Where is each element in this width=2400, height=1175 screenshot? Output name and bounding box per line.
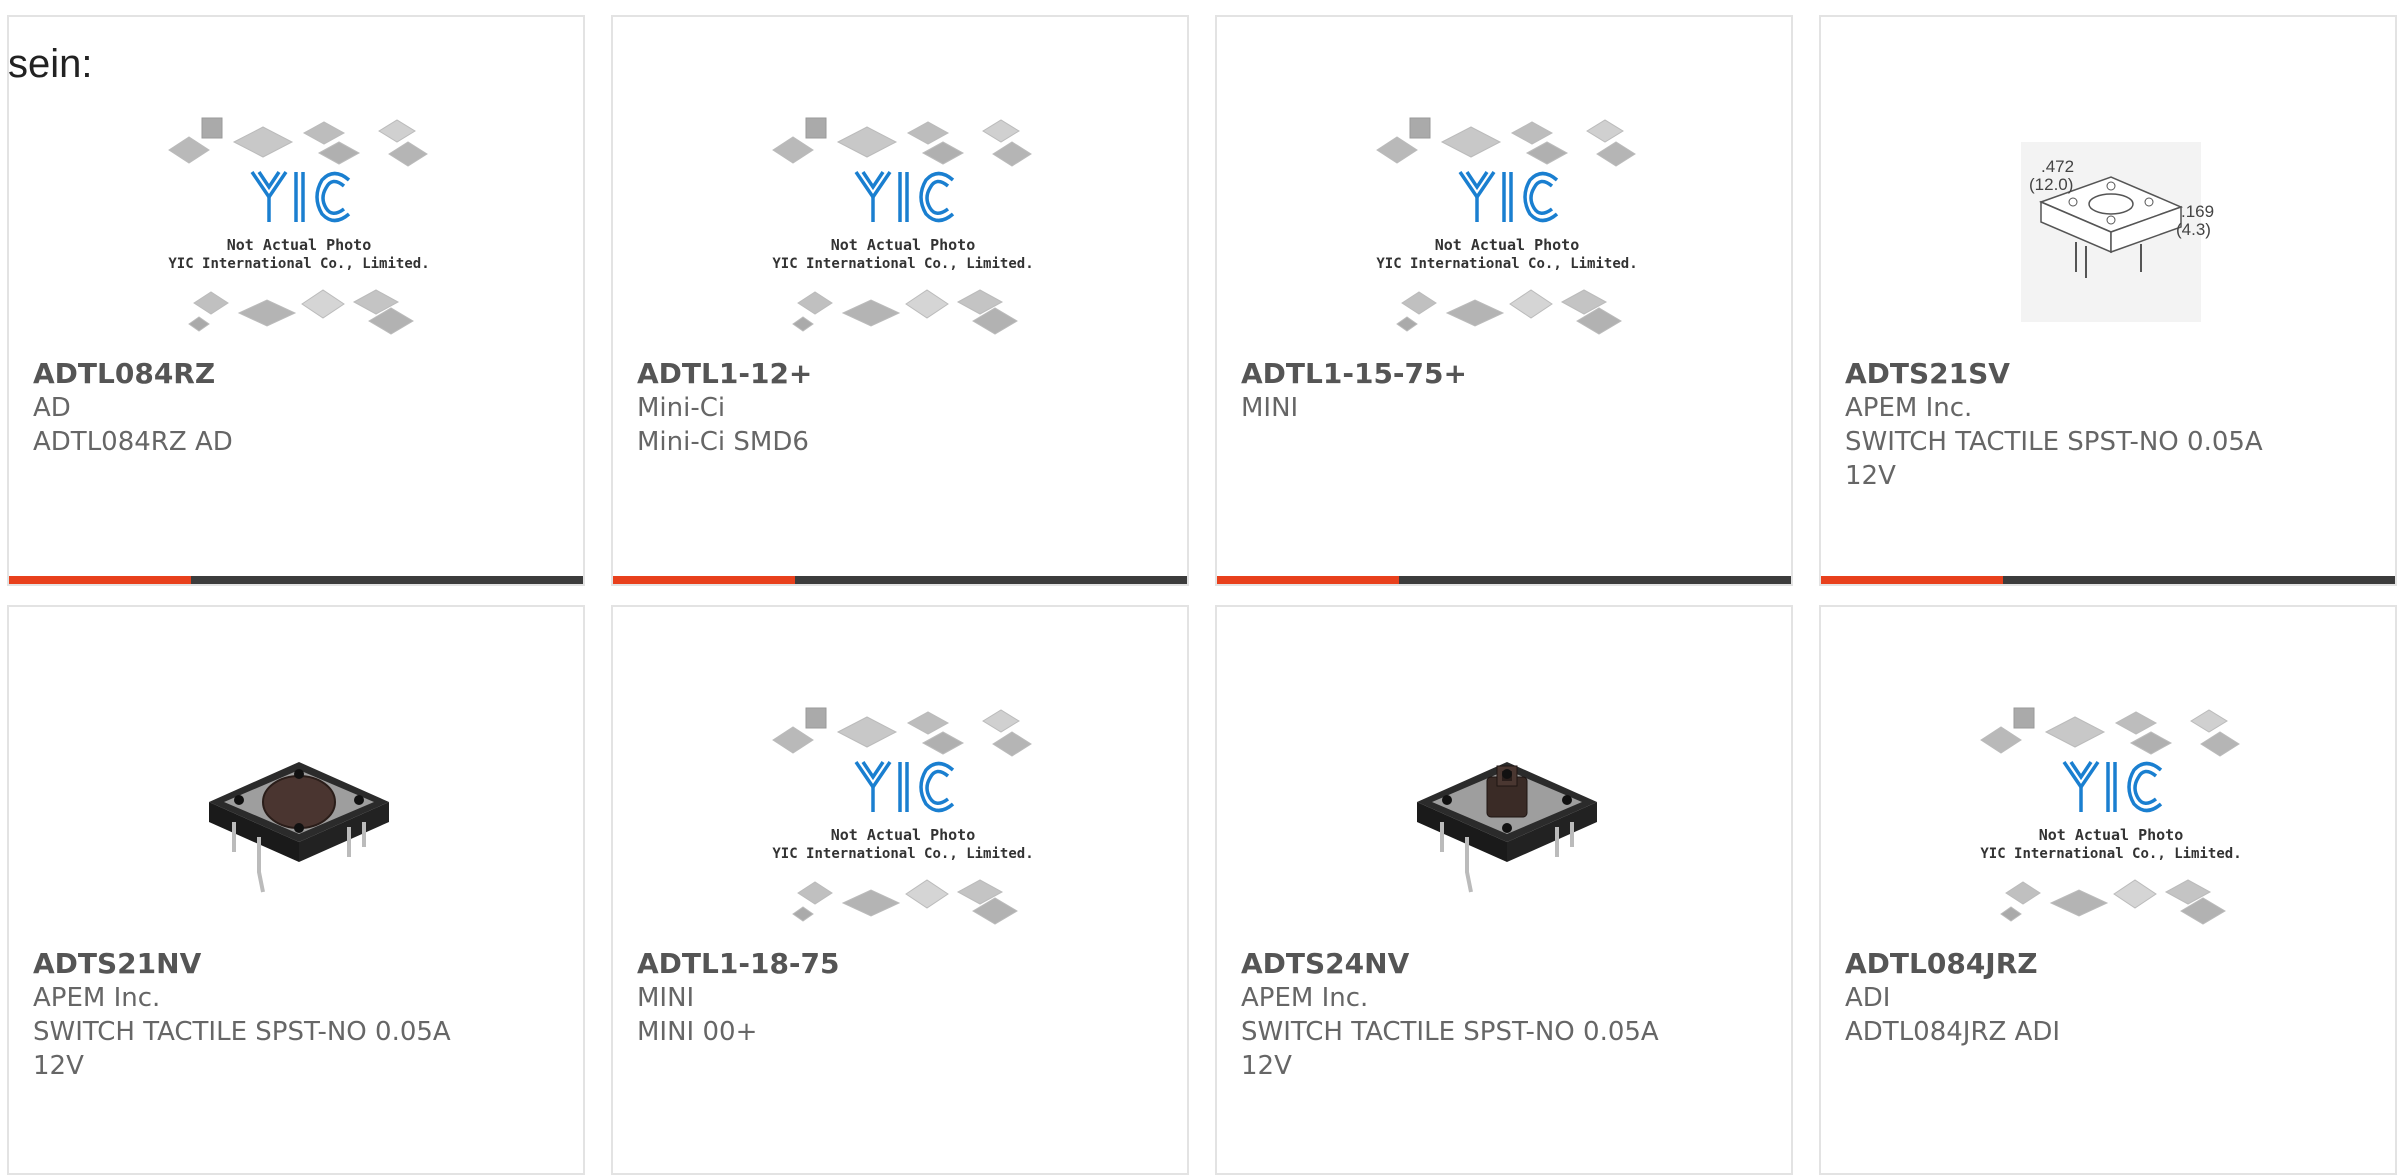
dimension-drawing-icon: .472 (12.0) .169 (4.3) [2021, 142, 2214, 322]
manufacturer: MINI [637, 983, 695, 1013]
card-bottom-bar [613, 576, 1187, 584]
description: SWITCH TACTILE SPST-NO 0.05A 12V [1845, 427, 2263, 491]
product-card[interactable]: Not Actual Photo YIC International Co., … [1819, 605, 2397, 1175]
placeholder-company: YIC International Co., Limited. [168, 256, 429, 272]
placeholder-title: Not Actual Photo [831, 826, 976, 844]
card-bottom-bar [1821, 576, 2395, 584]
product-image[interactable] [1367, 687, 1647, 957]
placeholder-title: Not Actual Photo [2039, 826, 2184, 844]
manufacturer: APEM Inc. [1845, 393, 1973, 423]
placeholder-title: Not Actual Photo [1435, 236, 1580, 254]
manufacturer: Mini-Ci [637, 393, 726, 423]
intro-text: sein: [8, 42, 93, 86]
product-image[interactable]: .472 (12.0) .169 (4.3) [1971, 97, 2251, 367]
dim-height-in: .169 [2181, 202, 2214, 221]
placeholder-image-icon: Not Actual Photo YIC International Co., … [772, 707, 1034, 925]
product-image[interactable]: Not Actual Photo YIC International Co., … [1367, 97, 1647, 367]
part-number[interactable]: ADTL1-12+ [637, 357, 1163, 391]
product-image[interactable]: Not Actual Photo YIC International Co., … [763, 97, 1043, 367]
product-card[interactable]: Not Actual Photo YIC International Co., … [611, 15, 1189, 586]
product-card[interactable]: ADTS21NV APEM Inc. SWITCH TACTILE SPST-N… [7, 605, 585, 1175]
placeholder-image-icon: Not Actual Photo YIC International Co., … [168, 117, 430, 335]
dim-width-mm: (12.0) [2029, 175, 2073, 194]
description: ADTL084JRZ ADI [1845, 1017, 2061, 1047]
description: ADTL084RZ AD [33, 427, 233, 457]
product-card[interactable]: ADTS24NV APEM Inc. SWITCH TACTILE SPST-N… [1215, 605, 1793, 1175]
manufacturer: ADI [1845, 983, 1891, 1013]
placeholder-image-icon: Not Actual Photo YIC International Co., … [1376, 117, 1638, 335]
tactile-switch-round-icon [209, 762, 389, 893]
card-accent-bar [1217, 576, 1399, 584]
tactile-switch-square-icon [1417, 762, 1597, 893]
description: SWITCH TACTILE SPST-NO 0.05A 12V [1241, 1017, 1659, 1081]
placeholder-company: YIC International Co., Limited. [1980, 846, 2241, 862]
manufacturer: AD [33, 393, 71, 423]
part-number[interactable]: ADTS21SV [1845, 357, 2371, 391]
dim-width-in: .472 [2041, 157, 2074, 176]
part-number[interactable]: ADTL1-15-75+ [1241, 357, 1767, 391]
description: MINI 00+ [637, 1017, 758, 1047]
product-card[interactable]: Not Actual Photo YIC International Co., … [1215, 15, 1793, 586]
product-image[interactable]: Not Actual Photo YIC International Co., … [763, 687, 1043, 957]
manufacturer: MINI [1241, 393, 1299, 423]
manufacturer: APEM Inc. [33, 983, 161, 1013]
part-number[interactable]: ADTS24NV [1241, 947, 1767, 981]
product-card[interactable]: .472 (12.0) .169 (4.3) ADTS21SV APEM Inc… [1819, 15, 2397, 586]
description: SWITCH TACTILE SPST-NO 0.05A 12V [33, 1017, 451, 1081]
card-accent-bar [1821, 576, 2003, 584]
placeholder-company: YIC International Co., Limited. [772, 846, 1033, 862]
manufacturer: APEM Inc. [1241, 983, 1369, 1013]
card-bottom-bar [1217, 576, 1791, 584]
placeholder-image-icon: Not Actual Photo YIC International Co., … [1980, 707, 2242, 925]
product-card[interactable]: Not Actual Photo YIC International Co., … [611, 605, 1189, 1175]
placeholder-image-icon: Not Actual Photo YIC International Co., … [772, 117, 1034, 335]
product-image[interactable] [159, 687, 439, 957]
card-accent-bar [613, 576, 795, 584]
part-number[interactable]: ADTL1-18-75 [637, 947, 1163, 981]
product-image[interactable]: Not Actual Photo YIC International Co., … [1971, 687, 2251, 957]
placeholder-title: Not Actual Photo [831, 236, 976, 254]
part-number[interactable]: ADTL084JRZ [1845, 947, 2371, 981]
placeholder-company: YIC International Co., Limited. [1376, 256, 1637, 272]
part-number[interactable]: ADTS21NV [33, 947, 559, 981]
product-image[interactable]: Not Actual Photo YIC International Co., … [159, 97, 439, 367]
dim-height-mm: (4.3) [2176, 220, 2211, 239]
placeholder-company: YIC International Co., Limited. [772, 256, 1033, 272]
card-accent-bar [9, 576, 191, 584]
part-number[interactable]: ADTL084RZ [33, 357, 559, 391]
description: Mini-Ci SMD6 [637, 427, 809, 457]
placeholder-title: Not Actual Photo [227, 236, 372, 254]
card-bottom-bar [9, 576, 583, 584]
product-card[interactable]: Not Actual Photo YIC International Co., … [7, 15, 585, 586]
